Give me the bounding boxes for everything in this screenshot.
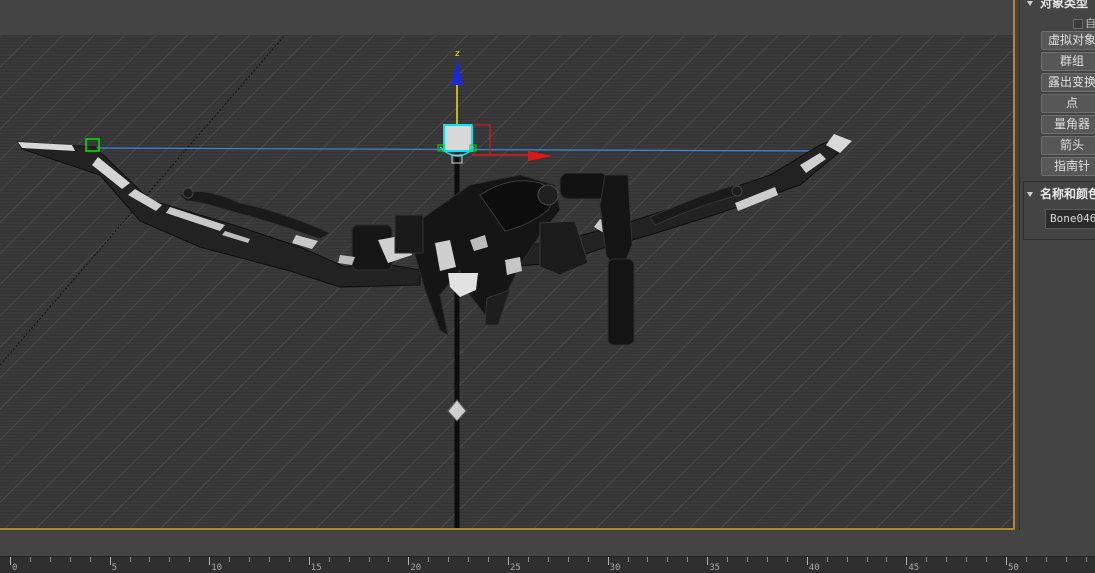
timeline-tick bbox=[986, 557, 988, 562]
bow-riser bbox=[394, 172, 635, 346]
timeline-tick bbox=[308, 557, 310, 565]
timeline-tick bbox=[368, 557, 370, 562]
timeline-tick bbox=[448, 557, 450, 562]
timeline-tick bbox=[926, 557, 928, 562]
timeline-tick bbox=[1025, 557, 1027, 562]
helper-button-group[interactable]: 群组 bbox=[1041, 52, 1095, 71]
timeline-tick bbox=[806, 557, 808, 565]
time-slider[interactable] bbox=[0, 530, 1095, 556]
collapse-arrow-icon bbox=[1027, 1, 1033, 6]
timeline-tick bbox=[687, 557, 689, 562]
checkbox-icon bbox=[1073, 19, 1083, 29]
timeline-tick bbox=[1006, 557, 1007, 565]
helper-button-compass[interactable]: 指南针 bbox=[1041, 157, 1095, 176]
timeline-tick bbox=[488, 557, 490, 562]
timeline-tick bbox=[527, 557, 529, 562]
timeline-tick bbox=[189, 557, 191, 562]
timeline-tick bbox=[109, 557, 111, 565]
timeline-tick bbox=[249, 557, 251, 562]
timeline-tick bbox=[468, 557, 470, 562]
helper-button-expose-transform[interactable]: 露出变换 bbox=[1041, 73, 1095, 92]
timeline-tick bbox=[69, 557, 71, 562]
timeline-tick bbox=[1045, 557, 1047, 562]
timeline-tick bbox=[587, 557, 589, 562]
timeline-tick bbox=[229, 557, 231, 562]
timeline-tick bbox=[209, 557, 211, 565]
timeline-tick bbox=[946, 557, 948, 562]
rod-marker bbox=[447, 399, 467, 422]
timeline-tick bbox=[886, 557, 888, 562]
viewport-label-area bbox=[0, 0, 1015, 35]
selected-object bbox=[443, 124, 473, 152]
timeline-tick bbox=[707, 557, 709, 565]
timeline-tick bbox=[567, 557, 569, 562]
timeline-tick bbox=[268, 557, 270, 562]
viewport-scene: z bbox=[0, 35, 852, 528]
timeline-tick bbox=[129, 557, 131, 562]
timeline-tick bbox=[49, 557, 51, 562]
timeline-tick bbox=[747, 557, 749, 562]
helper-button-dummy[interactable]: 虚拟对象 bbox=[1041, 31, 1095, 50]
helper-button-protractor[interactable]: 量角器 bbox=[1041, 115, 1095, 134]
timeline-tick bbox=[29, 557, 31, 562]
autogrid-checkbox[interactable]: 自动栅格 bbox=[1073, 15, 1095, 29]
timeline-tick bbox=[607, 557, 609, 565]
timeline-tick bbox=[786, 557, 788, 562]
timeline-tick bbox=[288, 557, 290, 562]
timeline-tick bbox=[328, 557, 330, 562]
timeline-tick bbox=[727, 557, 729, 562]
timeline-tick bbox=[89, 557, 91, 562]
transform-gizmo bbox=[437, 59, 552, 164]
collapse-arrow-icon bbox=[1027, 192, 1033, 197]
rollout-name-color[interactable]: 名称和颜色 bbox=[1027, 185, 1095, 201]
timeline-tick bbox=[766, 557, 768, 562]
arrow-rest bbox=[607, 258, 635, 346]
timeline-tick bbox=[388, 557, 390, 562]
timeline-tick bbox=[906, 557, 908, 565]
timeline-tick bbox=[647, 557, 649, 562]
timeline-tick bbox=[149, 557, 151, 562]
timeline-tick bbox=[10, 557, 11, 565]
timeline-tick bbox=[1065, 557, 1067, 562]
timeline-tick bbox=[1085, 557, 1087, 562]
timeline-tick bbox=[966, 557, 968, 562]
timeline-tick bbox=[627, 557, 629, 562]
timeline-tick bbox=[348, 557, 350, 562]
timeline-tick bbox=[169, 557, 171, 562]
rollout-object-type[interactable]: 对象类型 bbox=[1027, 0, 1095, 10]
timeline-tick bbox=[667, 557, 669, 562]
timeline-tick bbox=[826, 557, 828, 562]
timeline-tick bbox=[428, 557, 430, 562]
timeline-tick bbox=[846, 557, 848, 562]
helper-button-arrow[interactable]: 箭头 bbox=[1041, 136, 1095, 155]
gizmo-z-label: z bbox=[455, 49, 460, 59]
timeline-tick bbox=[408, 557, 410, 565]
timeline-tick bbox=[547, 557, 549, 562]
viewport-front[interactable]: z bbox=[0, 35, 1013, 528]
object-name-input[interactable]: Bone046 bbox=[1045, 209, 1095, 229]
timeline-tick bbox=[866, 557, 868, 562]
timeline-ruler[interactable]: 0 5 10 15 20 25 30 35 40 45 50 bbox=[0, 556, 1095, 573]
viewport-active-border bbox=[1013, 0, 1015, 530]
left-limb bbox=[17, 141, 421, 288]
timeline-tick bbox=[508, 557, 509, 565]
helper-button-point[interactable]: 点 bbox=[1041, 94, 1095, 113]
